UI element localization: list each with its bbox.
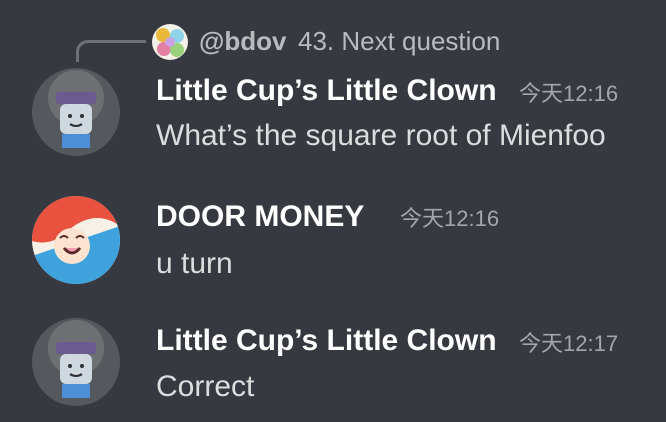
avatar-little-cups-clown[interactable] bbox=[32, 68, 120, 156]
message-timestamp: 今天12:17 bbox=[519, 331, 619, 356]
avatar-door-money[interactable] bbox=[32, 196, 120, 284]
reply-avatar[interactable] bbox=[152, 24, 188, 60]
message-timestamp: 今天12:16 bbox=[519, 81, 619, 106]
reply-username[interactable]: @bdov bbox=[199, 25, 286, 57]
message-author[interactable]: DOOR MONEY bbox=[156, 199, 364, 235]
message-content: u turn bbox=[156, 247, 233, 280]
message-timestamp: 今天12:16 bbox=[400, 206, 500, 231]
avatar-little-cups-clown[interactable] bbox=[32, 318, 120, 406]
message-author[interactable]: Little Cup’s Little Clown bbox=[156, 323, 497, 359]
message-content: What’s the square root of Mienfoo bbox=[156, 119, 606, 152]
chat-messages: @bdov 43. Next question Little Cup’s Lit… bbox=[0, 0, 666, 422]
reply-connector-line bbox=[76, 40, 146, 62]
message-author[interactable]: Little Cup’s Little Clown bbox=[156, 73, 497, 109]
message-content: Correct bbox=[156, 370, 255, 403]
reply-preview-text[interactable]: 43. Next question bbox=[298, 25, 500, 57]
